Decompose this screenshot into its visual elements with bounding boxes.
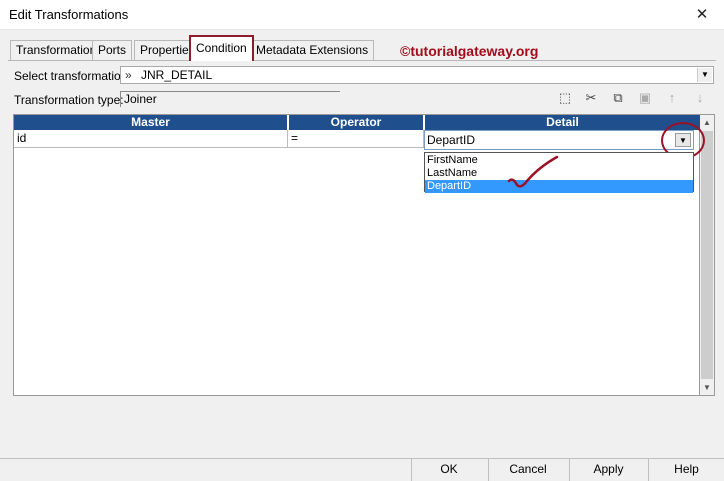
cut-icon[interactable]: ✂ xyxy=(582,89,600,107)
cancel-button[interactable]: Cancel xyxy=(488,459,567,481)
tab-transformation[interactable]: Transformation xyxy=(10,40,103,60)
tab-metadata-extensions[interactable]: Metadata Extensions xyxy=(250,40,375,60)
column-header-operator[interactable]: Operator xyxy=(288,115,423,130)
transformation-type-label: Transformation type: xyxy=(14,93,124,107)
select-transformation-combo[interactable]: » JNR_DETAIL ▼ xyxy=(120,66,714,84)
select-transformation-label: Select transformation: xyxy=(14,69,131,83)
close-icon[interactable]: ✕ xyxy=(680,0,724,30)
apply-button[interactable]: Apply xyxy=(569,459,647,481)
detail-dropdown-value: DepartID xyxy=(427,133,476,147)
move-up-icon[interactable]: ↑ xyxy=(663,89,681,107)
help-button[interactable]: Help xyxy=(648,459,724,481)
tab-strip-divider xyxy=(8,60,716,61)
grid-scrollbar[interactable]: ▲ ▼ xyxy=(700,114,715,396)
column-header-master[interactable]: Master xyxy=(14,115,287,130)
window-title: Edit Transformations xyxy=(9,7,129,22)
checkmark-annotation-icon xyxy=(507,155,559,188)
scroll-up-icon[interactable]: ▲ xyxy=(700,115,714,130)
chevron-down-icon[interactable]: ▼ xyxy=(697,68,712,82)
detail-dropdown[interactable]: DepartID ▼ xyxy=(424,130,694,150)
operator-cell[interactable]: = xyxy=(288,130,424,148)
apply-label: Apply xyxy=(593,462,624,476)
new-icon[interactable]: ⬚ xyxy=(556,89,574,107)
watermark: ©tutorialgateway.org xyxy=(400,43,539,59)
copy-icon[interactable]: ⧉ xyxy=(609,89,627,107)
scroll-thumb[interactable] xyxy=(701,131,713,379)
master-cell[interactable]: id xyxy=(14,130,288,148)
paste-icon[interactable]: ▣ xyxy=(636,89,654,107)
select-transformation-value: JNR_DETAIL xyxy=(141,68,213,82)
title-bar: Edit Transformations ✕ xyxy=(0,0,724,30)
move-down-icon[interactable]: ↓ xyxy=(691,89,709,107)
scroll-down-icon[interactable]: ▼ xyxy=(700,380,714,395)
tab-condition[interactable]: Condition xyxy=(189,35,254,61)
column-header-detail[interactable]: Detail xyxy=(424,115,700,130)
transformation-type-value: Joiner xyxy=(120,91,340,107)
joiner-icon: » xyxy=(125,68,132,82)
tab-ports[interactable]: Ports xyxy=(92,40,133,60)
ok-button[interactable]: OK xyxy=(411,459,486,481)
ok-label: OK xyxy=(440,462,458,476)
cancel-label: Cancel xyxy=(509,462,547,476)
help-label: Help xyxy=(674,462,699,476)
